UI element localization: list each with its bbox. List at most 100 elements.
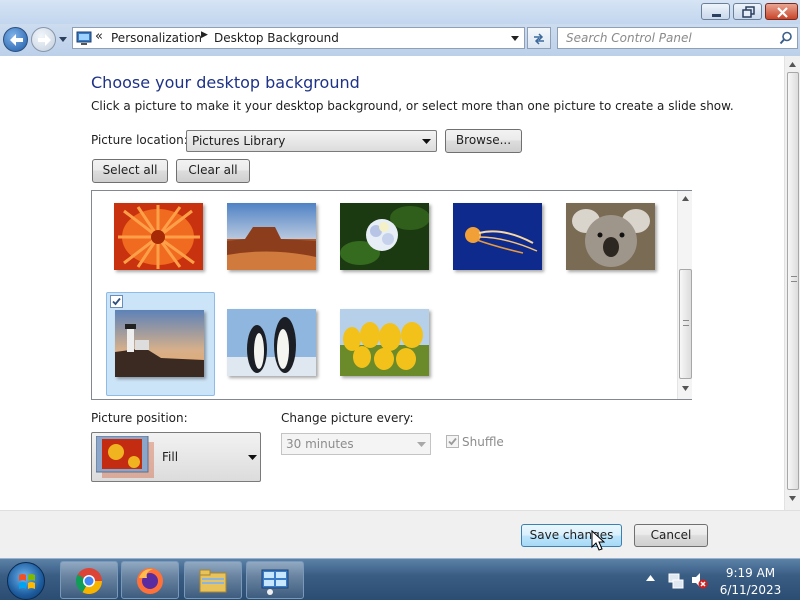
hydrangeas-picture [340, 203, 429, 270]
picture-position-label: Picture position: [91, 411, 188, 425]
thumbnail-jellyfish[interactable] [453, 203, 542, 270]
start-button[interactable] [7, 562, 45, 600]
network-icon[interactable] [667, 571, 685, 589]
gallery-scroll-thumb[interactable] [679, 269, 692, 379]
folder-icon [199, 569, 227, 593]
main-content: Choose your desktop background Click a p… [0, 56, 784, 510]
scroll-up-icon[interactable] [789, 62, 796, 67]
gallery-scrollbar[interactable] [677, 191, 692, 399]
thumbnail-desert[interactable] [227, 203, 316, 270]
page-scrollbar[interactable] [784, 56, 800, 510]
search-input[interactable]: Search Control Panel [566, 31, 692, 45]
navigation-bar: « Personalization ▶ Desktop Background S… [0, 24, 800, 56]
jellyfish-image [453, 203, 542, 270]
scroll-down-icon[interactable] [682, 386, 689, 391]
koala-image [566, 203, 655, 270]
taskbar-firefox[interactable] [121, 561, 179, 599]
taskbar: 9:19 AM 6/11/2023 [0, 558, 800, 600]
browse-button[interactable]: Browse... [445, 129, 522, 153]
save-changes-button[interactable]: Save changes [521, 524, 622, 547]
mouse-cursor-icon [591, 530, 605, 551]
chrysanthemum-image [114, 203, 203, 270]
refresh-icon [534, 33, 544, 45]
taskbar-windows-explorer[interactable] [184, 561, 242, 599]
control-panel-icon [261, 569, 289, 595]
tulips-image [340, 309, 429, 376]
desert-image [227, 203, 316, 270]
koala-picture [566, 203, 655, 270]
grip-icon [791, 276, 797, 282]
restore-button[interactable] [733, 3, 762, 20]
back-arrow-icon [10, 34, 23, 46]
penguins-image [227, 309, 316, 376]
change-picture-interval-value: 30 minutes [286, 437, 354, 451]
chevron-down-icon [248, 455, 257, 460]
checkmark-icon [448, 437, 457, 446]
search-icon[interactable] [779, 31, 793, 45]
change-picture-interval-dropdown[interactable]: 30 minutes [281, 433, 431, 455]
position-preview-icon [96, 436, 154, 478]
picture-location-dropdown[interactable]: Pictures Library [186, 130, 437, 152]
checkmark-icon [112, 297, 121, 306]
search-box[interactable]: Search Control Panel [557, 27, 798, 49]
minimize-icon [712, 14, 721, 17]
lighthouse-picture [115, 310, 204, 377]
window-titlebar [0, 0, 800, 24]
clear-all-button[interactable]: Clear all [176, 159, 250, 183]
thumbnail-lighthouse[interactable] [106, 292, 215, 396]
thumbnail-tulips[interactable] [340, 309, 429, 376]
tulips-picture [340, 309, 429, 376]
scroll-up-icon[interactable] [682, 196, 689, 201]
picture-position-dropdown[interactable]: Fill [91, 432, 261, 482]
clock-date[interactable]: 6/11/2023 [713, 583, 788, 597]
breadcrumb-separator[interactable]: ▶ [201, 30, 208, 40]
cancel-button[interactable]: Cancel [634, 524, 708, 547]
back-button[interactable] [3, 27, 28, 52]
hydrangeas-image [340, 203, 429, 270]
shuffle-checkbox[interactable] [446, 435, 459, 448]
chevron-down-icon [417, 442, 426, 447]
thumbnail-chrysanthemum[interactable] [114, 203, 203, 270]
lighthouse-image [115, 310, 204, 377]
address-dropdown-icon[interactable] [510, 35, 520, 43]
page-title: Choose your desktop background [91, 73, 360, 92]
forward-arrow-icon [38, 34, 51, 46]
taskbar-chrome[interactable] [60, 561, 118, 599]
shuffle-label: Shuffle [462, 435, 504, 449]
change-picture-label: Change picture every: [281, 411, 414, 425]
control-panel-icon [76, 31, 92, 45]
jellyfish-picture [453, 203, 542, 270]
chrysanthemum-picture [114, 203, 203, 270]
chevron-down-icon [422, 139, 431, 144]
thumbnail-hydrangeas[interactable] [340, 203, 429, 270]
minimize-button[interactable] [701, 3, 730, 20]
taskbar-control-panel[interactable] [246, 561, 304, 599]
address-bar[interactable]: « Personalization ▶ Desktop Background [72, 27, 525, 49]
refresh-button[interactable] [527, 27, 551, 49]
breadcrumb-overflow[interactable]: « [95, 29, 103, 44]
show-hidden-icons-icon[interactable] [646, 575, 655, 582]
picture-location-label: Picture location: [91, 133, 188, 147]
thumbnail-koala[interactable] [566, 203, 655, 270]
picture-location-value: Pictures Library [192, 134, 286, 148]
breadcrumb-desktop-background[interactable]: Desktop Background [214, 31, 339, 45]
picture-gallery [91, 190, 692, 400]
select-all-button[interactable]: Select all [92, 159, 168, 183]
close-button[interactable] [765, 3, 798, 20]
firefox-icon [137, 568, 163, 594]
restore-icon [742, 6, 755, 18]
recent-pages-chevron-icon[interactable] [58, 34, 68, 44]
close-icon [777, 7, 788, 18]
thumbnail-penguins[interactable] [227, 309, 316, 376]
scroll-down-icon[interactable] [789, 496, 796, 501]
clock-time[interactable]: 9:19 AM [713, 566, 788, 580]
page-scroll-thumb[interactable] [787, 72, 799, 490]
penguins-picture [227, 309, 316, 376]
grip-icon [683, 320, 689, 326]
breadcrumb-personalization[interactable]: Personalization [111, 31, 202, 45]
thumbnail-checkbox[interactable] [110, 295, 123, 308]
chrome-icon [75, 568, 103, 595]
picture-position-value: Fill [162, 450, 179, 464]
volume-muted-icon[interactable] [690, 571, 708, 589]
forward-button[interactable] [31, 27, 56, 52]
